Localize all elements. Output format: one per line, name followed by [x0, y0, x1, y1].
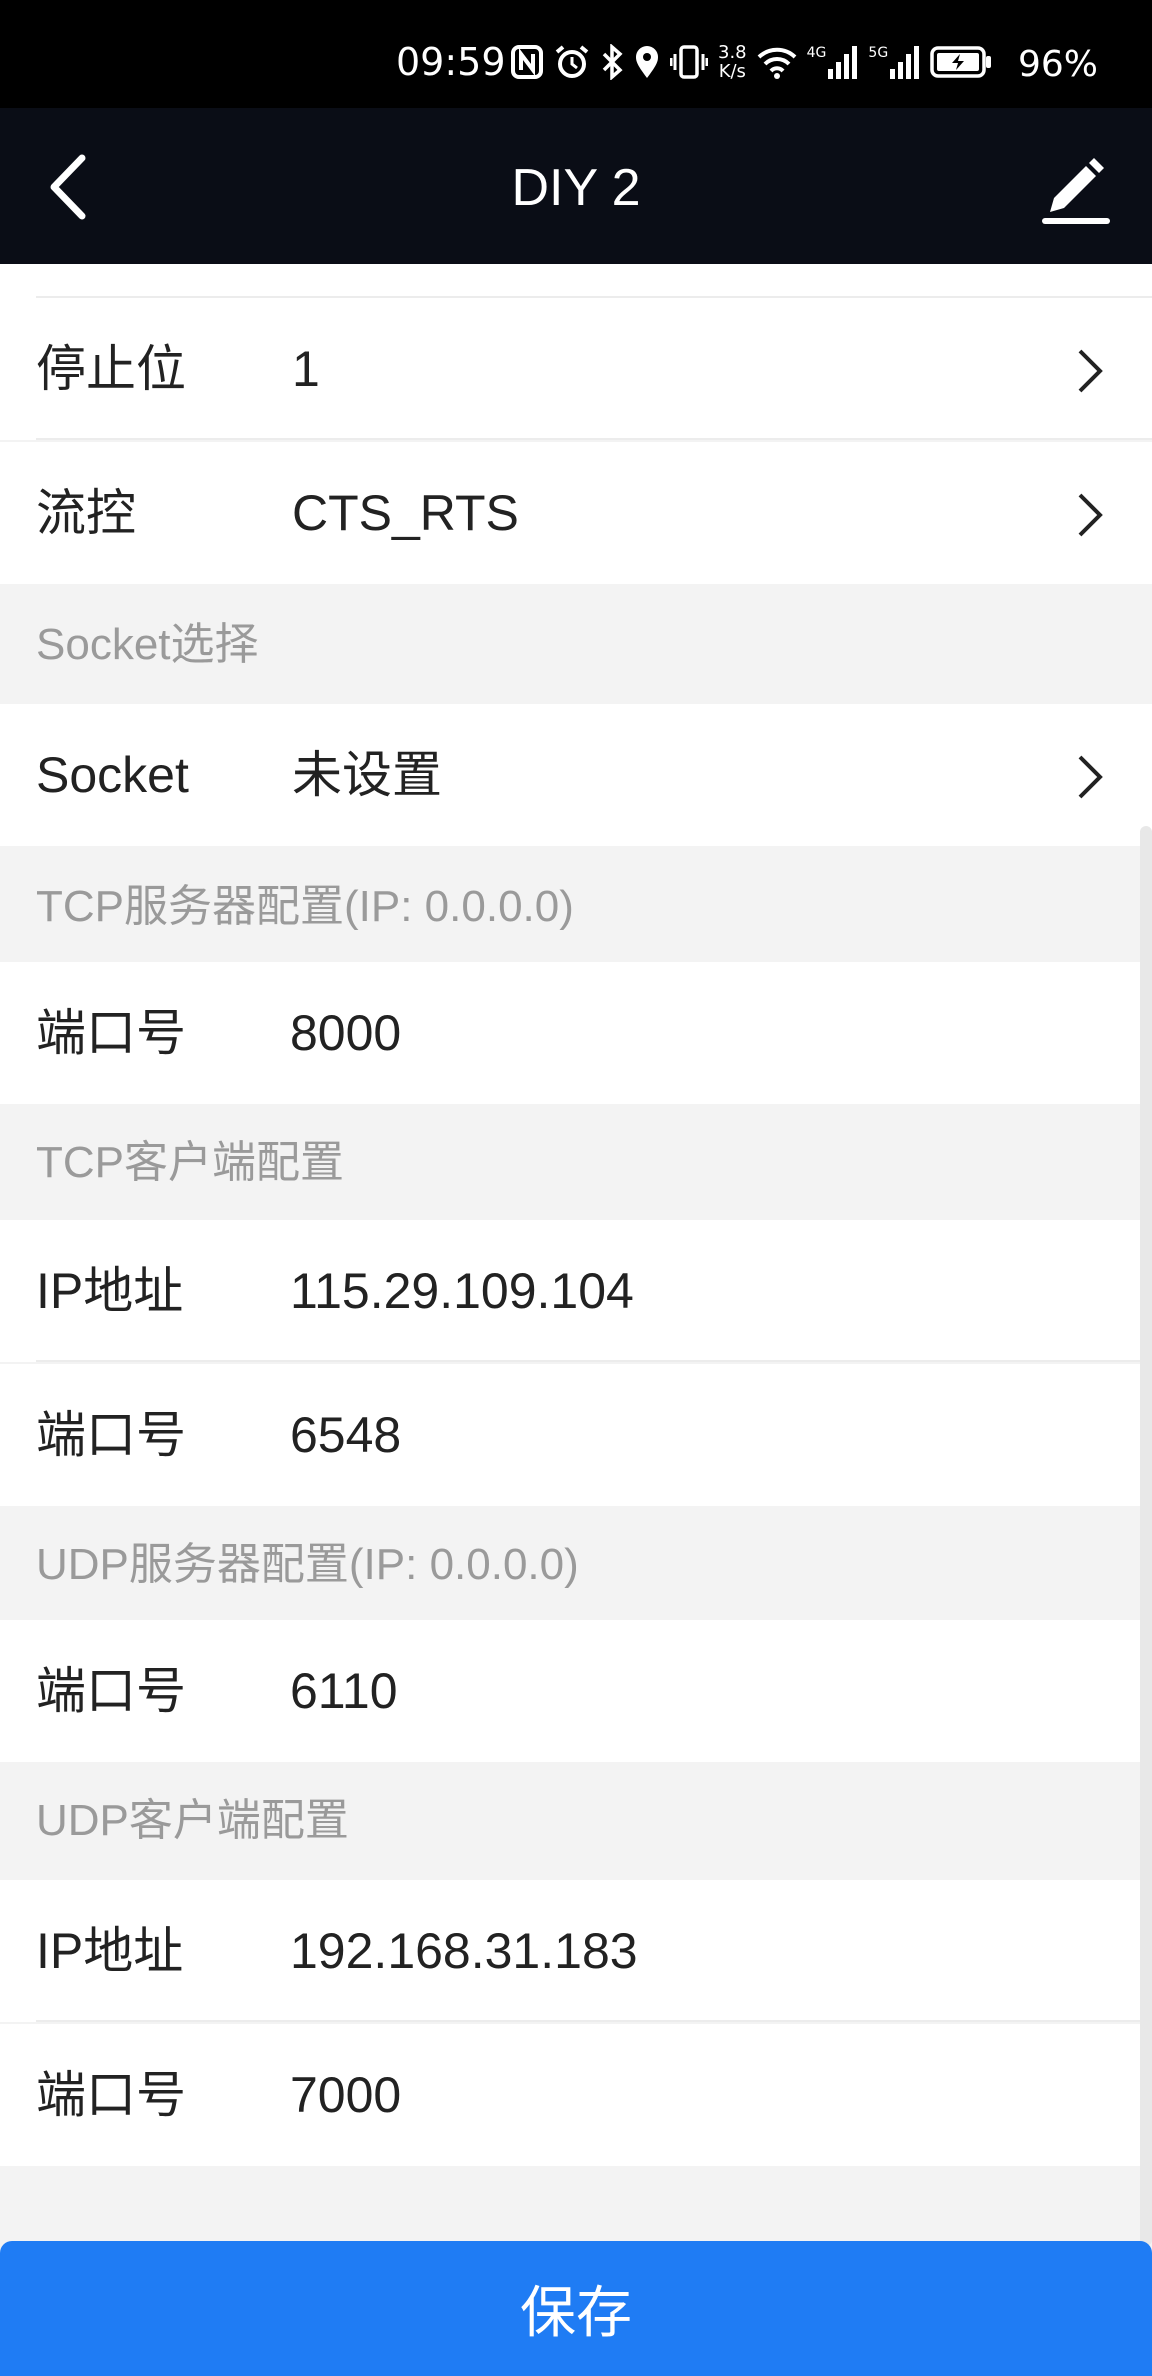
divider [36, 1360, 1152, 1362]
battery-charging-icon [930, 46, 992, 78]
udp-client-port-label: 端口号 [36, 2067, 186, 2123]
section-header-tcp-client: TCP客户端配置 [0, 1104, 1152, 1222]
signal-5g: 5G [868, 45, 920, 79]
stop-bits-label: 停止位 [36, 341, 186, 397]
section-header-udp-server: UDP服务器配置(IP: 0.0.0.0) [0, 1506, 1152, 1624]
wifi-icon [757, 47, 797, 79]
socket-value: 未设置 [292, 747, 442, 803]
tcp-client-port-row[interactable]: 端口号 6548 [0, 1364, 1152, 1506]
signal-4g: 4G [807, 45, 859, 79]
socket-row[interactable]: Socket 未设置 [0, 704, 1152, 846]
battery-percent: 96% [1018, 44, 1099, 85]
bluetooth-icon [602, 44, 623, 80]
section-header-socket: Socket选择 [0, 586, 1152, 704]
chevron-right-icon [1078, 755, 1103, 799]
tcp-client-ip-input[interactable]: 115.29.109.104 [290, 1220, 634, 1362]
socket-label: Socket [36, 747, 189, 803]
flow-control-row[interactable]: 流控 CTS_RTS [0, 442, 1152, 584]
network-speed: 3.8 K/s [718, 43, 747, 81]
udp-client-port-input[interactable]: 7000 [290, 2024, 401, 2166]
signal-icon [828, 46, 858, 79]
list-item-partial [0, 264, 1152, 298]
tcp-client-port-input[interactable]: 6548 [290, 1364, 401, 1506]
nav-bar: DIY 2 [0, 108, 1152, 264]
status-icons: 3.8 K/s 4G 5G [510, 42, 992, 82]
tcp-server-port-row[interactable]: 端口号 8000 [0, 962, 1152, 1104]
status-bar: 09:59 3.8 K/s 4G 5G 96% [0, 0, 1152, 108]
flow-control-value: CTS_RTS [292, 485, 519, 541]
udp-client-ip-input[interactable]: 192.168.31.183 [290, 1880, 638, 2022]
status-time: 09:59 [396, 40, 506, 84]
signal-icon [890, 46, 920, 79]
section-header-label: TCP服务器配置(IP: 0.0.0.0) [36, 882, 574, 931]
signal-5g-label: 5G [868, 45, 889, 61]
chevron-right-icon [1078, 493, 1103, 537]
chevron-right-icon [1078, 349, 1103, 393]
location-icon [636, 46, 658, 78]
udp-client-ip-row[interactable]: IP地址 192.168.31.183 [0, 1880, 1152, 2022]
section-header-label: UDP客户端配置 [36, 1796, 349, 1845]
vibrate-icon [670, 45, 708, 79]
tcp-client-ip-label: IP地址 [36, 1263, 184, 1319]
page-title: DIY 2 [511, 159, 641, 217]
stop-bits-value: 1 [292, 341, 320, 397]
section-header-label: TCP客户端配置 [36, 1138, 344, 1187]
flow-control-label: 流控 [36, 485, 136, 541]
section-header-label: Socket选择 [36, 620, 259, 669]
alarm-icon [555, 45, 589, 78]
tcp-server-port-label: 端口号 [36, 1005, 186, 1061]
section-header-udp-client: UDP客户端配置 [0, 1762, 1152, 1880]
udp-server-port-label: 端口号 [36, 1663, 186, 1719]
udp-client-ip-label: IP地址 [36, 1923, 184, 1979]
divider [36, 438, 1152, 440]
tcp-client-port-label: 端口号 [36, 1407, 186, 1463]
section-header-tcp-server: TCP服务器配置(IP: 0.0.0.0) [0, 848, 1152, 966]
pencil-icon[interactable] [1036, 148, 1116, 228]
section-header-label: UDP服务器配置(IP: 0.0.0.0) [36, 1540, 579, 1589]
udp-server-port-row[interactable]: 端口号 6110 [0, 1620, 1152, 1762]
save-button[interactable]: 保存 [0, 2241, 1152, 2376]
tcp-server-port-input[interactable]: 8000 [290, 962, 401, 1104]
udp-client-port-row[interactable]: 端口号 7000 [0, 2024, 1152, 2166]
tcp-client-ip-row[interactable]: IP地址 115.29.109.104 [0, 1220, 1152, 1362]
network-speed-value: 3.8 [718, 42, 747, 63]
network-speed-unit: K/s [718, 61, 746, 82]
signal-4g-label: 4G [806, 45, 827, 61]
scrollbar[interactable] [1140, 826, 1152, 2246]
nfc-icon [511, 45, 543, 79]
udp-server-port-input[interactable]: 6110 [290, 1620, 398, 1762]
stop-bits-row[interactable]: 停止位 1 [0, 298, 1152, 440]
divider [36, 2020, 1152, 2022]
